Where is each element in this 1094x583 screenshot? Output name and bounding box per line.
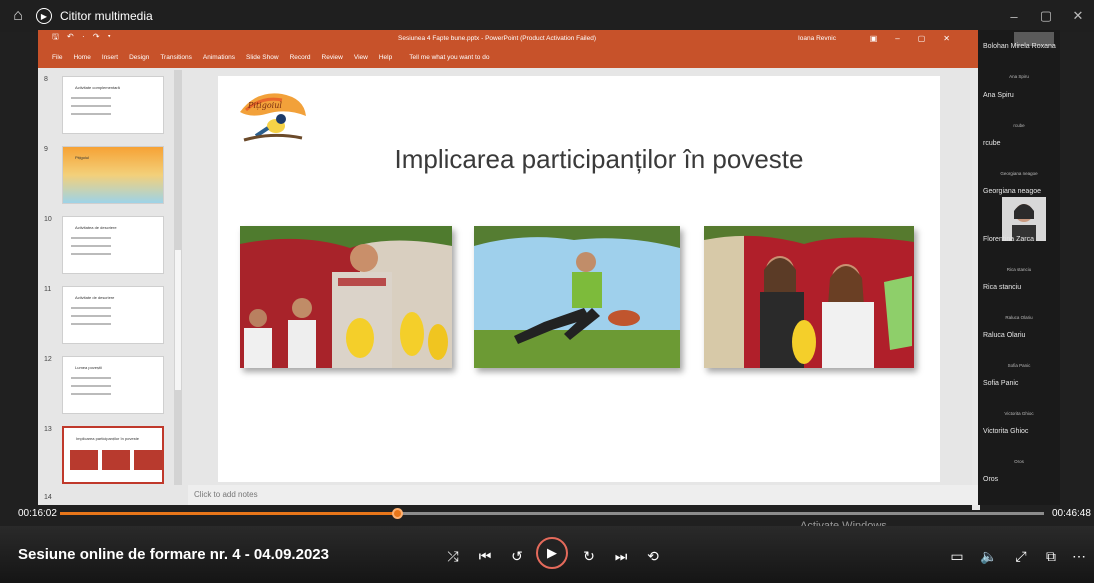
ribbon-tab-insert[interactable]: Insert bbox=[102, 54, 118, 61]
participant-name: Bolohan Mirela Roxana bbox=[983, 43, 1056, 50]
ribbon-tab-design[interactable]: Design bbox=[129, 54, 149, 61]
app-logo-icon: ▶ bbox=[36, 8, 52, 24]
seek-progress bbox=[60, 512, 397, 515]
participant-label: Rica stanciu bbox=[1006, 267, 1032, 272]
player-controls: Sesiune online de formare nr. 4 - 04.09.… bbox=[0, 526, 1094, 583]
quick-access-toolbar: 🖫 ↶ · ↷ ▾ bbox=[52, 32, 114, 41]
more-icon[interactable]: ⋯ bbox=[1066, 543, 1092, 569]
powerpoint-title-bar: 🖫 ↶ · ↷ ▾ Sesiunea 4 Fapte bune.pptx - P… bbox=[38, 30, 978, 46]
cast-icon[interactable]: ▭ bbox=[944, 543, 970, 569]
pitigoiul-logo: Pițigoiul bbox=[240, 93, 306, 142]
ribbon-tab-transitions[interactable]: Transitions bbox=[160, 54, 192, 61]
forward-30-icon[interactable]: ↻ bbox=[576, 543, 602, 569]
seek-bar[interactable] bbox=[60, 508, 1044, 519]
slide-thumbnail[interactable]: Pițigoiul bbox=[62, 146, 164, 204]
ribbon-tab-home[interactable]: Home bbox=[73, 54, 90, 61]
total-time: 00:46:48 bbox=[1052, 508, 1091, 519]
thumbnail-title: Activitate de descriere bbox=[75, 295, 115, 300]
participant-name: Oros bbox=[983, 476, 999, 483]
fullscreen-icon[interactable]: ⤢ bbox=[1008, 543, 1034, 569]
ribbon-tab-help[interactable]: Help bbox=[379, 54, 392, 61]
video-title: Sesiune online de formare nr. 4 - 04.09.… bbox=[18, 546, 329, 563]
next-icon[interactable]: ⏭ bbox=[608, 543, 634, 569]
ribbon-tab-review[interactable]: Review bbox=[322, 54, 343, 61]
thumbnail-number: 8 bbox=[44, 76, 48, 83]
previous-icon[interactable]: ⏮ bbox=[472, 543, 498, 569]
slide-thumbnails-pane: 8 Activitate complementară 9 Pițigoiul 10 Act… bbox=[38, 68, 188, 505]
participant-video-florentina bbox=[1002, 197, 1046, 241]
tell-me-search[interactable]: Tell me what you want to do bbox=[409, 54, 489, 61]
photo-participants-3 bbox=[704, 226, 914, 368]
shared-screen: 🖫 ↶ · ↷ ▾ Sesiunea 4 Fapte bune.pptx - P… bbox=[38, 30, 980, 532]
participant-label: Ana Spiru bbox=[1009, 74, 1029, 79]
thumbnail-title: Implicarea participanților în poveste bbox=[76, 436, 139, 441]
ribbon-tab-slide-show[interactable]: Slide Show bbox=[246, 54, 279, 61]
ribbon-tab-animations[interactable]: Animations bbox=[203, 54, 235, 61]
slide-thumbnail[interactable]: Activitate complementară bbox=[62, 76, 164, 134]
photo-participants-2 bbox=[474, 226, 680, 368]
rewind-10-icon[interactable]: ↺ bbox=[504, 543, 530, 569]
notes-placeholder: Click to add notes bbox=[194, 490, 258, 499]
thumbnail-title: Activitate complementară bbox=[75, 85, 120, 90]
close-icon[interactable]: ✕ bbox=[1062, 0, 1094, 32]
thumbnail-title: Activitatea de descriere bbox=[75, 225, 117, 230]
repeat-off-icon[interactable]: ⟲ bbox=[640, 543, 666, 569]
participant-label: Sofia Panic bbox=[1007, 363, 1031, 368]
slide-thumbnail[interactable]: Implicarea participanților în poveste bbox=[62, 426, 164, 484]
ribbon-tabs: File Home Insert Design Transitions Animation… bbox=[38, 46, 978, 68]
participant-name: Georgiana neagoe bbox=[983, 188, 1041, 195]
minimize-icon[interactable]: – bbox=[998, 0, 1030, 32]
powerpoint-body: 8 Activitate complementară 9 Pițigoiul 10 Act… bbox=[38, 68, 980, 532]
seek-row: 00:16:02 00:46:48 bbox=[0, 500, 1094, 526]
miniplayer-icon[interactable]: ⧉ bbox=[1038, 543, 1064, 569]
slide-thumbnail[interactable]: Lumea poveștii bbox=[62, 356, 164, 414]
play-icon: ▶ bbox=[547, 545, 557, 560]
user-name: Ioana Revnic bbox=[798, 34, 836, 42]
participant-label: Oros bbox=[1014, 459, 1024, 464]
ribbon-tab-file[interactable]: File bbox=[52, 54, 62, 61]
participant-name: Florentina Zarca bbox=[983, 236, 1034, 243]
thumbnail-number: 9 bbox=[44, 146, 48, 153]
thumbnail-number: 12 bbox=[44, 356, 52, 363]
thumbnail-title: Lumea poveștii bbox=[75, 365, 102, 370]
document-title: Sesiunea 4 Fapte bune.pptx - PowerPoint … bbox=[398, 34, 596, 42]
home-icon[interactable]: ⌂ bbox=[0, 7, 36, 25]
ribbon-tab-record[interactable]: Record bbox=[290, 54, 311, 61]
participant-name: Sofia Panic bbox=[983, 380, 1019, 387]
ppt-window-controls: ▣–▢✕ bbox=[869, 33, 968, 43]
thumbnail-title: Pițigoiul bbox=[75, 155, 90, 160]
participant-label: Raluca Olariu bbox=[1005, 315, 1033, 320]
thumbnail-number: 13 bbox=[44, 426, 52, 433]
photo-participants-1 bbox=[240, 226, 452, 368]
logo-text: Pițigoiul bbox=[247, 101, 282, 110]
ribbon-tab-view[interactable]: View bbox=[354, 54, 368, 61]
slide-thumbnail[interactable]: Activitate de descriere bbox=[62, 286, 164, 344]
participants-panel: Bolohan Mirela Roxana Ana Spiru Ana Spir… bbox=[978, 30, 1060, 505]
app-title: Cititor multimedia bbox=[60, 9, 153, 23]
window-controls: – ▢ ✕ bbox=[998, 0, 1094, 32]
play-button[interactable]: ▶ bbox=[536, 537, 568, 569]
maximize-icon[interactable]: ▢ bbox=[1030, 0, 1062, 32]
participant-name: rcube bbox=[983, 140, 1001, 147]
participant-label: Georgiana neagoe bbox=[1000, 171, 1038, 176]
slide-title: Implicarea participanților în poveste bbox=[394, 144, 804, 174]
thumbnail-number: 10 bbox=[44, 216, 52, 223]
shuffle-icon[interactable]: ⤮ bbox=[440, 543, 466, 569]
slide-thumbnail[interactable]: Activitatea de descriere bbox=[62, 216, 164, 274]
participant-name: Rica stanciu bbox=[983, 284, 1022, 291]
participant-name: Victorita Ghioc bbox=[983, 428, 1029, 435]
elapsed-time: 00:16:02 bbox=[18, 508, 57, 519]
participant-name: Ana Spiru bbox=[983, 92, 1014, 99]
player-title-bar: ⌂ ▶ Cititor multimedia – ▢ ✕ bbox=[0, 0, 1094, 32]
volume-icon[interactable]: 🔈 bbox=[976, 543, 1002, 569]
participant-label: Victorita Ghioc bbox=[1004, 411, 1034, 416]
current-slide: Pițigoiul Implicarea participanților în … bbox=[218, 76, 940, 482]
seek-handle[interactable] bbox=[392, 508, 403, 519]
thumbnail-number: 11 bbox=[44, 286, 52, 293]
participant-label: rcube bbox=[1013, 123, 1025, 128]
participant-name: Raluca Olariu bbox=[983, 332, 1026, 339]
thumbnails-scrollbar[interactable] bbox=[174, 70, 182, 485]
